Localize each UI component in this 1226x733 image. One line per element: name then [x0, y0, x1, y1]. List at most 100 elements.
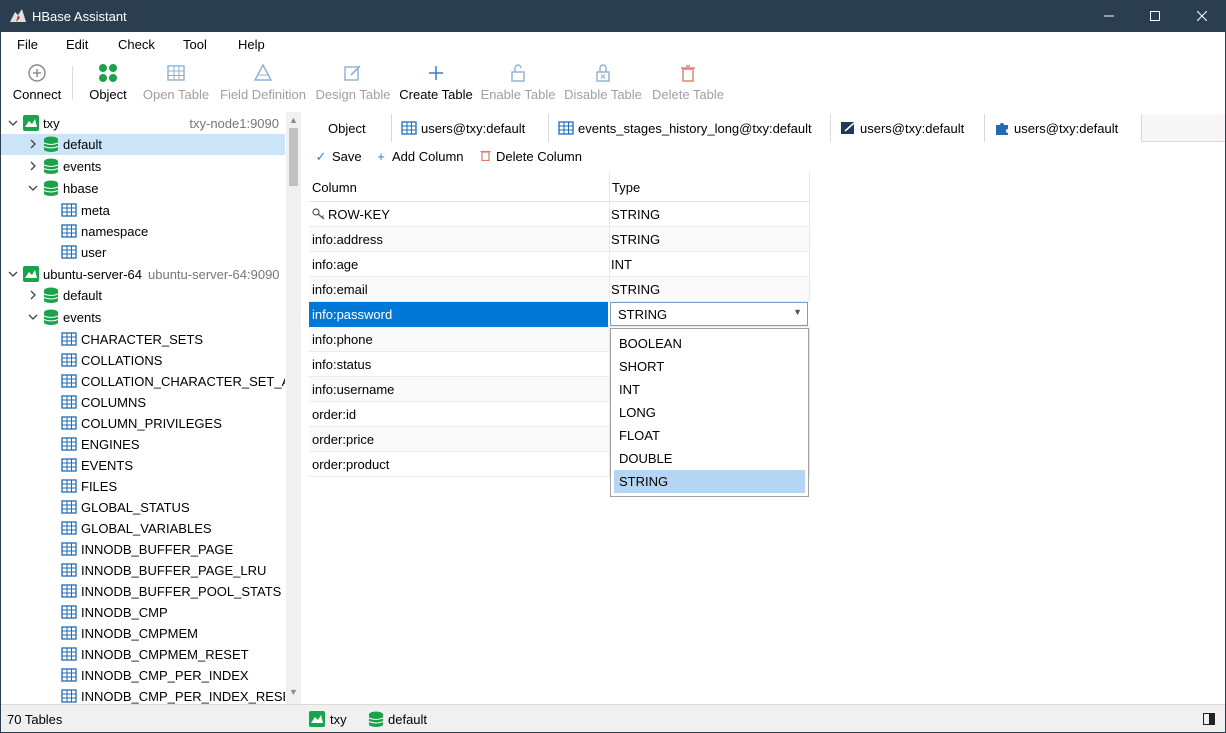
- tree-namespace-default-2[interactable]: default: [1, 285, 285, 306]
- tree-table[interactable]: meta: [1, 200, 285, 221]
- tree-table[interactable]: INNODB_CMPMEM_RESET: [1, 644, 285, 665]
- column-name-cell[interactable]: info:password: [309, 302, 608, 327]
- maximize-button[interactable]: [1132, 1, 1178, 32]
- tree-table[interactable]: GLOBAL_STATUS: [1, 497, 285, 518]
- column-name-cell[interactable]: info:username: [312, 382, 394, 397]
- close-button[interactable]: [1179, 1, 1225, 32]
- column-name-cell[interactable]: order:price: [312, 432, 374, 447]
- tree-connection-txy[interactable]: txy txy-node1:9090: [1, 113, 285, 134]
- add-column-button[interactable]: + Add Column: [374, 149, 463, 164]
- tab-users-fields[interactable]: users@txy:default: [985, 114, 1142, 142]
- table-row[interactable]: info:age INT: [309, 252, 810, 277]
- column-name-cell[interactable]: info:phone: [312, 332, 373, 347]
- open-table-button[interactable]: Open Table: [141, 56, 211, 110]
- dropdown-option[interactable]: LONG: [614, 401, 805, 424]
- table-row[interactable]: info:email STRING: [309, 277, 810, 302]
- header-column[interactable]: Column: [312, 180, 357, 195]
- column-name-cell[interactable]: info:age: [312, 257, 358, 272]
- cell-divider: [609, 277, 610, 302]
- dropdown-option[interactable]: FLOAT: [614, 424, 805, 447]
- tab-object[interactable]: Object: [304, 114, 392, 142]
- menu-tool[interactable]: Tool: [183, 37, 207, 52]
- chevron-right-icon[interactable]: [26, 288, 40, 302]
- dropdown-option[interactable]: STRING: [614, 470, 805, 493]
- minimize-button[interactable]: [1086, 1, 1132, 32]
- enable-table-button[interactable]: Enable Table: [480, 56, 556, 110]
- tree-table[interactable]: INNODB_BUFFER_POOL_STATS: [1, 581, 285, 602]
- header-type[interactable]: Type: [612, 180, 640, 195]
- column-name-cell[interactable]: info:status: [312, 357, 371, 372]
- chevron-down-icon[interactable]: [26, 310, 40, 324]
- tree-table[interactable]: CHARACTER_SETS: [1, 329, 285, 350]
- scroll-up-icon[interactable]: ▲: [289, 115, 298, 125]
- table-row-selected[interactable]: info:password STRING ▼: [309, 302, 809, 327]
- design-table-button[interactable]: Design Table: [314, 56, 392, 110]
- dropdown-option[interactable]: INT: [614, 378, 805, 401]
- field-definition-button[interactable]: Field Definition: [217, 56, 309, 110]
- table-icon: [61, 626, 77, 640]
- tree-table[interactable]: COLLATION_CHARACTER_SET_APPL: [1, 371, 285, 392]
- tree-namespace-events-2[interactable]: events: [1, 307, 285, 328]
- column-name-cell[interactable]: ROW-KEY: [312, 207, 390, 222]
- delete-table-button[interactable]: Delete Table: [650, 56, 726, 110]
- create-table-button[interactable]: Create Table: [398, 56, 474, 110]
- chevron-down-icon[interactable]: [6, 267, 20, 281]
- tree-table[interactable]: INNODB_BUFFER_PAGE_LRU: [1, 560, 285, 581]
- type-cell[interactable]: STRING: [611, 282, 660, 297]
- scrollbar-thumb[interactable]: [289, 128, 298, 186]
- disable-table-button[interactable]: Disable Table: [562, 56, 644, 110]
- chevron-right-icon[interactable]: [26, 159, 40, 173]
- tab-events-stages[interactable]: events_stages_history_long@txy:default: [549, 114, 831, 142]
- column-name-cell[interactable]: order:product: [312, 457, 389, 472]
- type-select[interactable]: STRING ▼: [610, 302, 808, 326]
- connect-button[interactable]: Connect: [9, 56, 65, 110]
- tree-table[interactable]: GLOBAL_VARIABLES: [1, 518, 285, 539]
- tree-connection-ubuntu[interactable]: ubuntu-server-64 ubuntu-server-64:9090: [1, 264, 285, 285]
- tree-namespace-default[interactable]: default: [1, 134, 285, 155]
- chevron-down-icon[interactable]: [6, 116, 20, 130]
- app-window: HBase Assistant File Edit Check Tool Hel…: [0, 0, 1226, 733]
- tree-table[interactable]: EVENTS: [1, 455, 285, 476]
- tree-table[interactable]: INNODB_BUFFER_PAGE: [1, 539, 285, 560]
- column-name-cell[interactable]: info:address: [312, 232, 383, 247]
- type-cell[interactable]: STRING: [611, 232, 660, 247]
- save-button[interactable]: ✓ Save: [314, 149, 362, 165]
- tree-table[interactable]: INNODB_CMP_PER_INDEX_RESET: [1, 686, 285, 704]
- tree-table[interactable]: INNODB_CMP_PER_INDEX: [1, 665, 285, 686]
- column-name-cell[interactable]: info:email: [312, 282, 368, 297]
- dropdown-option[interactable]: SHORT: [614, 355, 805, 378]
- dropdown-option[interactable]: DOUBLE: [614, 447, 805, 470]
- menu-file[interactable]: File: [17, 37, 38, 52]
- tree-scrollbar[interactable]: ▲ ▼: [286, 112, 301, 704]
- tab-users-table[interactable]: users@txy:default: [392, 114, 549, 142]
- tree-table[interactable]: COLLATIONS: [1, 350, 285, 371]
- tab-users-design[interactable]: users@txy:default: [831, 114, 985, 142]
- menu-check[interactable]: Check: [118, 37, 155, 52]
- menu-help[interactable]: Help: [238, 37, 265, 52]
- tree-table[interactable]: INNODB_CMP: [1, 602, 285, 623]
- menu-edit[interactable]: Edit: [66, 37, 88, 52]
- tree-namespace-events[interactable]: events: [1, 156, 285, 177]
- column-name-cell[interactable]: order:id: [312, 407, 356, 422]
- tree-namespace-hbase[interactable]: hbase: [1, 178, 285, 199]
- delete-column-button[interactable]: Delete Column: [478, 149, 582, 164]
- chevron-right-icon[interactable]: [26, 137, 40, 151]
- type-cell[interactable]: INT: [611, 257, 632, 272]
- tree-table[interactable]: COLUMN_PRIVILEGES: [1, 413, 285, 434]
- chevron-down-icon[interactable]: ▼: [793, 307, 802, 317]
- object-button[interactable]: Object: [83, 56, 133, 110]
- dropdown-option[interactable]: BOOLEAN: [614, 332, 805, 355]
- tree-table[interactable]: FILES: [1, 476, 285, 497]
- tree-table[interactable]: INNODB_CMPMEM: [1, 623, 285, 644]
- chevron-down-icon[interactable]: [26, 181, 40, 195]
- table-row[interactable]: info:address STRING: [309, 227, 810, 252]
- panel-toggle-icon[interactable]: [1203, 713, 1215, 725]
- tree-table[interactable]: ENGINES: [1, 434, 285, 455]
- tree-table[interactable]: user: [1, 242, 285, 263]
- table-row[interactable]: ROW-KEY STRING: [309, 202, 810, 227]
- server-icon: [309, 711, 325, 727]
- scroll-down-icon[interactable]: ▼: [289, 687, 298, 697]
- tree-table[interactable]: COLUMNS: [1, 392, 285, 413]
- tree-table[interactable]: namespace: [1, 221, 285, 242]
- type-cell[interactable]: STRING: [611, 207, 660, 222]
